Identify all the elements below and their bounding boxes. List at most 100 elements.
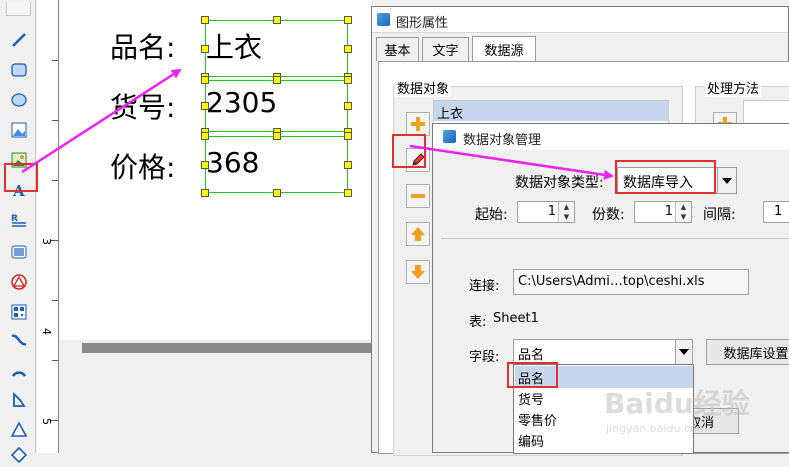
barcode-tool-button[interactable] — [6, 240, 31, 264]
rich-text-tool-icon: R — [11, 214, 26, 227]
canvas-backdrop — [60, 340, 372, 453]
field-dropdown-button[interactable] — [675, 340, 692, 364]
resize-handle[interactable] — [344, 102, 352, 110]
interval-label: 间隔: — [703, 207, 736, 223]
tab-text[interactable]: 文字 — [422, 37, 469, 61]
interval-value: 1 — [774, 204, 783, 219]
vertical-ruler: 3 4 5 — [37, 0, 59, 453]
resize-handle[interactable] — [344, 16, 352, 24]
text-tool-highlight — [4, 163, 38, 192]
app-icon — [443, 130, 456, 143]
canvas-label-item-number[interactable]: 货号: — [110, 86, 175, 126]
tool-palette: AR — [0, 0, 36, 464]
triangle-tool-icon — [10, 421, 27, 437]
arc-tool-button[interactable] — [6, 358, 31, 382]
stepper-arrows-icon[interactable]: ▲ ▼ — [558, 202, 574, 222]
dialog-title-bar[interactable]: 数据对象管理 — [433, 124, 789, 150]
app-icon — [377, 13, 390, 26]
list-item-selected[interactable]: 上衣 — [434, 101, 668, 122]
toolbar-top-edge — [6, 2, 31, 16]
curve-tool-button[interactable] — [6, 328, 31, 352]
move-down-button[interactable] — [406, 260, 430, 284]
rich-text-tool-button[interactable]: R — [6, 208, 31, 232]
rounded-rect-tool-icon — [10, 63, 27, 77]
database-settings-button[interactable]: 数据库设置 — [706, 339, 789, 365]
watermark-text: Baidu经验 — [604, 387, 750, 420]
connection-field[interactable]: C:\Users\Admi…top\ceshi.xls — [513, 269, 749, 295]
resize-handle[interactable] — [272, 132, 281, 140]
watermark-sub: jingyan.baidu.com — [606, 422, 708, 435]
data-type-highlight — [615, 160, 716, 194]
curve-tool-icon — [11, 334, 26, 346]
arc-tool-icon — [11, 371, 26, 377]
polyline-tool-button[interactable] — [6, 388, 31, 412]
canvas-value-price[interactable]: 368 — [206, 146, 259, 179]
interval-stepper[interactable]: 1 — [763, 201, 789, 223]
chevron-down-icon — [722, 177, 732, 184]
ruler-mark: 3 — [40, 238, 53, 245]
shape-tool-button[interactable] — [6, 270, 31, 294]
resize-handle[interactable] — [344, 44, 352, 53]
diamond-tool-button[interactable] — [6, 443, 31, 467]
connection-label: 连接: — [469, 279, 500, 294]
resize-handle[interactable] — [201, 160, 209, 169]
resize-handle[interactable] — [272, 16, 281, 24]
stepper-arrows-icon[interactable]: ▲ ▼ — [675, 202, 691, 222]
add-data-object-button[interactable] — [406, 112, 430, 136]
tab-data-source[interactable]: 数据源 — [472, 36, 536, 62]
canvas-label-price[interactable]: 价格: — [110, 146, 175, 186]
field-option-highlight — [507, 362, 558, 388]
line-tool-icon — [11, 33, 26, 47]
resize-handle[interactable] — [201, 102, 209, 110]
resize-handle[interactable] — [272, 76, 281, 84]
move-up-button[interactable] — [406, 222, 430, 246]
resize-handle[interactable] — [272, 189, 281, 197]
start-stepper[interactable]: 1 ▲ ▼ — [517, 201, 575, 223]
chevron-down-icon — [679, 349, 689, 355]
resize-handle[interactable] — [344, 160, 352, 169]
resize-handle[interactable] — [201, 16, 209, 24]
canvas-value-item-number[interactable]: 2305 — [206, 86, 277, 119]
database-settings-label: 数据库设置 — [723, 346, 789, 362]
resize-handle[interactable] — [344, 132, 352, 140]
resize-handle[interactable] — [344, 76, 352, 84]
tab-label: 基本 — [384, 44, 411, 59]
data-type-dropdown-button[interactable] — [717, 167, 737, 194]
canvas-value-product-name[interactable]: 上衣 — [206, 26, 262, 66]
rounded-rect-tool-button[interactable] — [6, 58, 31, 82]
tab-basic[interactable]: 基本 — [376, 37, 419, 61]
image-tool-button[interactable] — [6, 118, 31, 142]
baidu-watermark: Baidu经验 jingyan.baidu.com — [604, 382, 750, 435]
table-value: Sheet1 — [493, 311, 539, 326]
tab-label: 文字 — [432, 44, 459, 59]
qrcode-tool-icon — [11, 304, 26, 320]
ruler-mark: 4 — [40, 328, 53, 335]
resize-handle[interactable] — [344, 189, 352, 197]
data-objects-label: 数据对象 — [395, 78, 452, 97]
line-tool-button[interactable] — [6, 28, 31, 52]
separator — [441, 238, 789, 239]
resize-handle[interactable] — [201, 76, 209, 84]
edit-button-highlight — [392, 134, 426, 168]
ellipse-tool-icon — [10, 93, 27, 107]
resize-handle[interactable] — [201, 189, 209, 197]
field-option-label: 零售价 — [518, 414, 558, 429]
tab-label: 数据源 — [484, 44, 524, 59]
barcode-tool-icon — [11, 245, 26, 259]
triangle-tool-button[interactable] — [6, 418, 31, 442]
dialog-title-bar[interactable]: 图形属性 — [372, 7, 788, 33]
resize-handle[interactable] — [201, 44, 209, 53]
qrcode-tool-button[interactable] — [6, 300, 31, 324]
canvas-label-product-name[interactable]: 品名: — [110, 26, 175, 66]
ellipse-tool-button[interactable] — [6, 88, 31, 112]
minus-icon — [411, 194, 425, 198]
connection-value: C:\Users\Admi…top\ceshi.xls — [518, 274, 705, 289]
delete-data-object-button[interactable] — [406, 184, 430, 208]
start-label: 起始: — [475, 207, 508, 223]
copies-stepper[interactable]: 1 ▲ ▼ — [634, 201, 692, 223]
resize-handle[interactable] — [201, 132, 209, 140]
shape-tool-icon — [10, 274, 27, 290]
image-tool-icon — [11, 122, 26, 138]
data-type-label: 数据对象类型: — [515, 175, 604, 191]
field-value: 品名 — [518, 348, 545, 363]
